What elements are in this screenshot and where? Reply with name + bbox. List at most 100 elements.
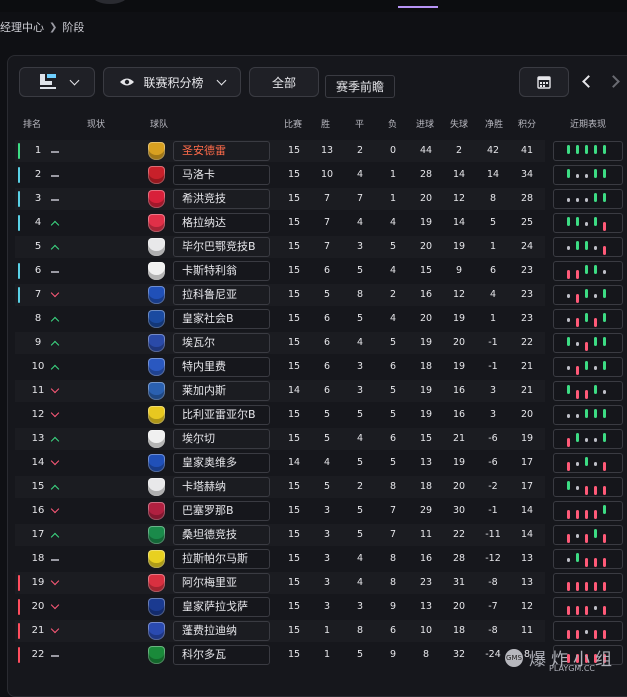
recent-form[interactable] — [553, 549, 623, 569]
rank-cell: 18 — [31, 553, 45, 564]
avatar[interactable] — [92, 0, 128, 4]
breadcrumb-parent[interactable]: 经理中心 — [0, 19, 44, 35]
goal-diff-cell: -11 — [485, 529, 501, 540]
recent-form[interactable] — [553, 333, 623, 353]
team-name-link[interactable]: 毕尔巴鄂竞技B — [173, 237, 270, 257]
header-team[interactable]: 球队 — [150, 117, 168, 130]
season-preview-tab[interactable]: 赛季前瞻 — [325, 75, 395, 98]
team-name-link[interactable]: 格拉纳达 — [173, 213, 270, 233]
recent-form[interactable] — [553, 165, 623, 185]
team-name-link[interactable]: 埃瓦尔 — [173, 333, 270, 353]
zone-marker-relegation — [18, 599, 20, 615]
table-row[interactable]: 3 希洪竞技 15 7 7 1 20 12 8 28 — [0, 188, 627, 210]
calendar-button[interactable] — [519, 67, 569, 97]
table-row[interactable]: 11 莱加内斯 14 6 3 5 19 16 3 21 — [0, 380, 627, 402]
table-row[interactable]: 19 阿尔梅里亚 15 3 4 8 23 31 -8 13 — [0, 572, 627, 594]
team-name-link[interactable]: 科尔多瓦 — [173, 645, 270, 665]
table-row[interactable]: 4 格拉纳达 15 7 4 4 19 14 5 25 — [0, 212, 627, 234]
table-row[interactable]: 5 毕尔巴鄂竞技B 15 7 3 5 20 19 1 24 — [0, 236, 627, 258]
table-row[interactable]: 1 圣安德雷 15 13 2 0 44 2 42 41 — [0, 140, 627, 162]
header-goals-for[interactable]: 进球 — [416, 117, 434, 130]
header-goals-against[interactable]: 失球 — [450, 117, 468, 130]
table-row[interactable]: 2 马洛卡 15 10 4 1 28 14 14 34 — [0, 164, 627, 186]
recent-form[interactable] — [553, 213, 623, 233]
recent-form[interactable] — [553, 141, 623, 161]
goals-for-cell: 13 — [419, 601, 433, 612]
won-cell: 4 — [323, 457, 331, 468]
recent-form[interactable] — [553, 477, 623, 497]
table-row[interactable]: 15 卡塔赫纳 15 5 2 8 18 20 -2 17 — [0, 476, 627, 498]
team-name-link[interactable]: 桑坦德竞技 — [173, 525, 270, 545]
table-row[interactable]: 20 皇家萨拉戈萨 15 3 3 9 13 20 -7 12 — [0, 596, 627, 618]
table-row[interactable]: 18 拉斯帕尔马斯 15 3 4 8 16 28 -12 13 — [0, 548, 627, 570]
team-name-link[interactable]: 希洪竞技 — [173, 189, 270, 209]
header-drawn[interactable]: 平 — [355, 117, 364, 130]
table-row[interactable]: 6 卡斯特利翁 15 6 5 4 15 9 6 23 — [0, 260, 627, 282]
team-name-link[interactable]: 蓬费拉迪纳 — [173, 621, 270, 641]
recent-form[interactable] — [553, 357, 623, 377]
form-win-marker — [567, 217, 570, 226]
won-cell: 6 — [323, 313, 331, 324]
team-name-link[interactable]: 特内里费 — [173, 357, 270, 377]
team-name-link[interactable]: 圣安德雷 — [173, 141, 270, 161]
team-name-link[interactable]: 拉斯帕尔马斯 — [173, 549, 270, 569]
team-name-link[interactable]: 拉科鲁尼亚 — [173, 285, 270, 305]
table-row[interactable]: 10 特内里费 15 6 3 6 18 19 -1 21 — [0, 356, 627, 378]
recent-form[interactable] — [553, 621, 623, 641]
league-logo-icon — [39, 74, 56, 89]
lost-cell: 8 — [389, 553, 397, 564]
table-row[interactable]: 21 蓬费拉迪纳 15 1 8 6 10 18 -8 11 — [0, 620, 627, 642]
team-name-link[interactable]: 卡斯特利翁 — [173, 261, 270, 281]
recent-form[interactable] — [553, 429, 623, 449]
header-won[interactable]: 胜 — [321, 117, 330, 130]
recent-form[interactable] — [553, 381, 623, 401]
table-row[interactable]: 17 桑坦德竞技 15 3 5 7 11 22 -11 14 — [0, 524, 627, 546]
goals-against-cell: 21 — [452, 433, 466, 444]
scope-all-button[interactable]: 全部 — [249, 67, 319, 97]
header-points[interactable]: 积分 — [518, 117, 536, 130]
team-name-link[interactable]: 马洛卡 — [173, 165, 270, 185]
recent-form[interactable] — [553, 525, 623, 545]
competition-select[interactable] — [19, 67, 95, 97]
won-cell: 7 — [323, 217, 331, 228]
header-trend[interactable]: 现状 — [87, 117, 105, 130]
table-row[interactable]: 14 皇家奥维多 14 4 5 5 13 19 -6 17 — [0, 452, 627, 474]
team-name-link[interactable]: 皇家萨拉戈萨 — [173, 597, 270, 617]
header-lost[interactable]: 负 — [388, 117, 397, 130]
table-row[interactable]: 12 比利亚雷亚尔B 15 5 5 5 19 16 3 20 — [0, 404, 627, 426]
zone-marker-europa — [18, 215, 20, 231]
recent-form[interactable] — [553, 453, 623, 473]
team-name-link[interactable]: 巴塞罗那B — [173, 501, 270, 521]
team-name-link[interactable]: 阿尔梅里亚 — [173, 573, 270, 593]
team-name-link[interactable]: 比利亚雷亚尔B — [173, 405, 270, 425]
recent-form[interactable] — [553, 501, 623, 521]
recent-form[interactable] — [553, 309, 623, 329]
lost-cell: 1 — [389, 193, 397, 204]
table-row[interactable]: 9 埃瓦尔 15 6 4 5 19 20 -1 22 — [0, 332, 627, 354]
team-name-link[interactable]: 莱加内斯 — [173, 381, 270, 401]
recent-form[interactable] — [553, 285, 623, 305]
view-select[interactable]: 联赛积分榜 — [103, 67, 241, 97]
recent-form[interactable] — [553, 237, 623, 257]
table-row[interactable]: 16 巴塞罗那B 15 3 5 7 29 30 -1 14 — [0, 500, 627, 522]
header-form[interactable]: 近期表现 — [570, 117, 606, 130]
form-win-marker — [585, 313, 588, 322]
won-cell: 5 — [323, 481, 331, 492]
recent-form[interactable] — [553, 597, 623, 617]
table-row[interactable]: 7 拉科鲁尼亚 15 5 8 2 16 12 4 23 — [0, 284, 627, 306]
recent-form[interactable] — [553, 261, 623, 281]
team-name-link[interactable]: 皇家社会B — [173, 309, 270, 329]
trend-same-icon — [50, 169, 62, 181]
header-rank[interactable]: 排名 — [23, 117, 41, 130]
team-name-link[interactable]: 卡塔赫纳 — [173, 477, 270, 497]
form-loss-marker — [567, 606, 570, 615]
recent-form[interactable] — [553, 573, 623, 593]
table-row[interactable]: 13 埃尔切 15 5 4 6 15 21 -6 19 — [0, 428, 627, 450]
team-name-link[interactable]: 皇家奥维多 — [173, 453, 270, 473]
recent-form[interactable] — [553, 189, 623, 209]
header-goal-diff[interactable]: 净胜 — [485, 117, 503, 130]
team-name-link[interactable]: 埃尔切 — [173, 429, 270, 449]
header-played[interactable]: 比赛 — [284, 117, 302, 130]
table-row[interactable]: 8 皇家社会B 15 6 5 4 20 19 1 23 — [0, 308, 627, 330]
recent-form[interactable] — [553, 405, 623, 425]
